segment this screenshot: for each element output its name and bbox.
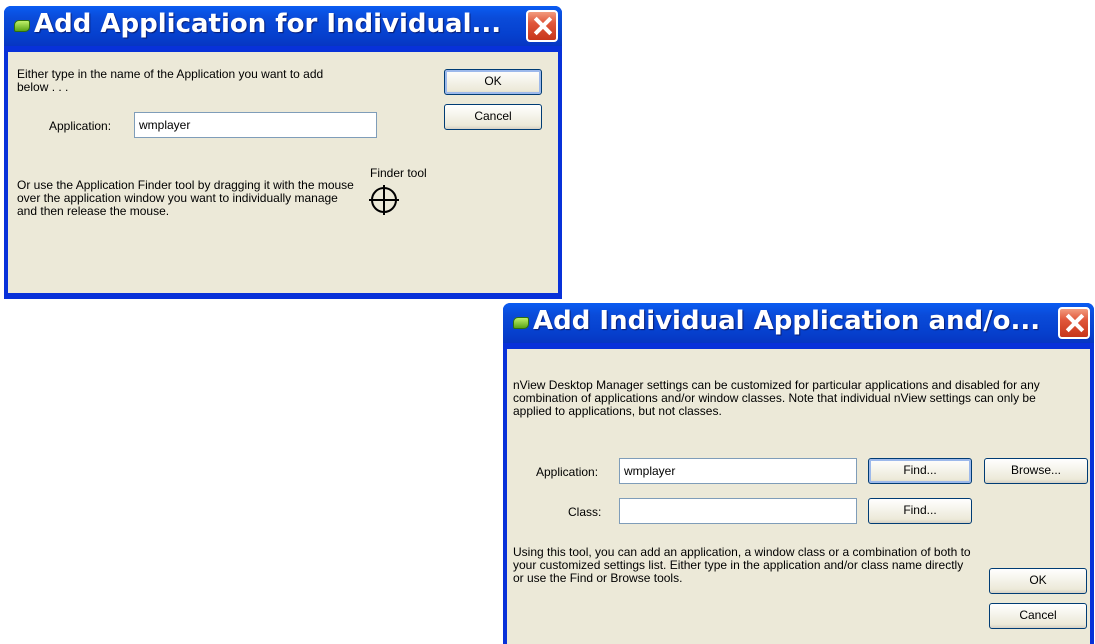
cancel-button[interactable]: Cancel <box>989 603 1087 629</box>
finder-instructions: Or use the Application Finder tool by dr… <box>17 178 354 218</box>
finder-tool-label: Finder tool <box>370 166 427 180</box>
application-label: Application: <box>49 119 112 133</box>
crosshair-icon[interactable] <box>369 185 399 215</box>
dialog2-intro: nView Desktop Manager settings can be cu… <box>513 378 1040 418</box>
dialog-add-application: Add Application for Individual... Either… <box>4 6 562 299</box>
app-icon <box>14 20 30 32</box>
find-application-button[interactable]: Find... <box>868 458 972 484</box>
application-label: Application: <box>536 465 599 479</box>
dialog2-body: nView Desktop Manager settings can be cu… <box>507 349 1090 644</box>
find-class-button[interactable]: Find... <box>868 498 972 524</box>
class-label: Class: <box>568 505 602 519</box>
browse-button[interactable]: Browse... <box>984 458 1088 484</box>
ok-button[interactable]: OK <box>989 568 1087 594</box>
app-icon <box>513 317 529 329</box>
dialog1-title: Add Application for Individual... <box>34 9 502 39</box>
application-input[interactable]: wmplayer <box>619 458 857 484</box>
close-icon[interactable] <box>1058 307 1090 339</box>
dialog1-titlebar[interactable]: Add Application for Individual... <box>4 6 562 46</box>
ok-button[interactable]: OK <box>444 69 542 95</box>
class-input[interactable] <box>619 498 857 524</box>
dialog1-body: Either type in the name of the Applicati… <box>8 52 558 293</box>
close-icon[interactable] <box>526 10 558 42</box>
dialog-add-individual-application: Add Individual Application and/o... nVie… <box>503 303 1094 644</box>
dialog2-title: Add Individual Application and/o... <box>533 306 1041 336</box>
application-input[interactable]: wmplayer <box>134 112 377 138</box>
dialog2-footer-text: Using this tool, you can add an applicat… <box>513 545 971 585</box>
cancel-button[interactable]: Cancel <box>444 104 542 130</box>
dialog1-intro: Either type in the name of the Applicati… <box>17 67 324 94</box>
dialog2-titlebar[interactable]: Add Individual Application and/o... <box>503 303 1094 343</box>
